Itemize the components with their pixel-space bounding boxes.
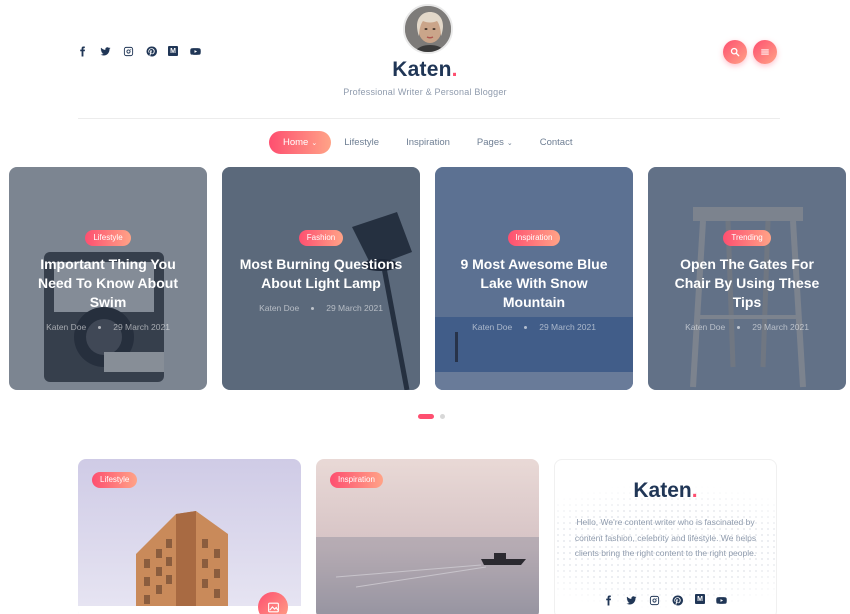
- post-meta: Katen Doe 29 March 2021: [449, 322, 619, 332]
- card-content: Lifestyle Important Thing You Need To Kn…: [9, 227, 207, 332]
- menu-button[interactable]: [753, 40, 777, 64]
- medium-icon[interactable]: M: [695, 594, 705, 604]
- author-avatar[interactable]: [403, 4, 453, 54]
- instagram-icon[interactable]: [122, 45, 134, 57]
- facebook-icon[interactable]: [76, 45, 88, 57]
- category-badge[interactable]: Trending: [723, 230, 771, 246]
- nav-contact[interactable]: Contact: [540, 137, 573, 148]
- logo-text: Katen: [392, 58, 452, 81]
- widget-social-links: M: [555, 593, 776, 606]
- logo-text: Katen: [633, 479, 692, 502]
- post-date: 29 March 2021: [326, 303, 383, 313]
- post-title[interactable]: Most Burning Questions About Light Lamp: [236, 255, 406, 293]
- meta-separator: [524, 325, 528, 329]
- meta-separator: [737, 325, 741, 329]
- nav-pages[interactable]: Pages ⌄: [477, 137, 513, 148]
- instagram-icon[interactable]: [649, 593, 661, 606]
- facebook-icon[interactable]: [603, 593, 615, 606]
- site-logo[interactable]: Katen.: [0, 58, 850, 82]
- category-badge[interactable]: Lifestyle: [92, 472, 138, 488]
- post-author[interactable]: Katen Doe: [472, 322, 512, 332]
- search-icon: [730, 47, 740, 57]
- slider-dot-active[interactable]: [418, 414, 434, 419]
- post-title[interactable]: Important Thing You Need To Know About S…: [23, 255, 193, 312]
- header-social-links: M: [76, 45, 201, 57]
- nav-label: Lifestyle: [344, 137, 380, 148]
- nav-label: Inspiration: [406, 137, 450, 148]
- nav-inspiration[interactable]: Inspiration: [406, 137, 450, 148]
- post-author[interactable]: Katen Doe: [259, 303, 299, 313]
- card-content: Fashion Most Burning Questions About Lig…: [222, 227, 420, 313]
- about-text: Hello, We're content writer who is fasci…: [574, 517, 757, 558]
- youtube-icon[interactable]: [716, 593, 728, 605]
- medium-icon[interactable]: M: [168, 46, 178, 56]
- twitter-icon[interactable]: [626, 593, 638, 605]
- meta-separator: [311, 306, 315, 310]
- nav-lifestyle[interactable]: Lifestyle: [344, 137, 379, 148]
- logo-dot: .: [691, 479, 698, 502]
- post-date: 29 March 2021: [113, 322, 170, 332]
- header-divider: [78, 118, 780, 119]
- post-title[interactable]: 9 Most Awesome Blue Lake With Snow Mount…: [449, 255, 619, 312]
- about-widget: Katen. Hello, We're content writer who i…: [554, 459, 777, 614]
- post-date: 29 March 2021: [539, 322, 596, 332]
- meta-separator: [98, 325, 102, 329]
- card-content: Inspiration 9 Most Awesome Blue Lake Wit…: [435, 227, 633, 332]
- slider-pagination: [418, 414, 445, 419]
- image-icon: [267, 602, 279, 612]
- pinterest-icon[interactable]: [672, 593, 684, 606]
- slider-dot[interactable]: [440, 414, 445, 419]
- avatar-image: [405, 6, 451, 52]
- twitter-icon[interactable]: [99, 45, 111, 57]
- nav-label: Contact: [539, 137, 573, 148]
- site-tagline: Professional Writer & Personal Blogger: [343, 87, 507, 97]
- post-meta: Katen Doe 29 March 2021: [23, 322, 193, 332]
- search-button[interactable]: [723, 40, 747, 64]
- post-author[interactable]: Katen Doe: [685, 322, 725, 332]
- widget-logo[interactable]: Katen.: [555, 479, 776, 503]
- nav-label: Home: [283, 137, 309, 148]
- nav-home[interactable]: Home ⌄: [269, 131, 332, 154]
- post-card[interactable]: Lifestyle: [78, 459, 301, 614]
- hamburger-icon: [761, 49, 769, 55]
- nav-label: Pages: [476, 137, 504, 148]
- post-meta: Katen Doe 29 March 2021: [662, 322, 832, 332]
- image-format-button[interactable]: [258, 592, 288, 614]
- youtube-icon[interactable]: [189, 45, 201, 57]
- category-badge[interactable]: Lifestyle: [85, 230, 131, 246]
- main-nav: Home ⌄ Lifestyle Inspiration Pages ⌄ Conta…: [269, 131, 599, 154]
- post-card[interactable]: Inspiration: [316, 459, 539, 614]
- post-author[interactable]: Katen Doe: [46, 322, 86, 332]
- logo-dot: .: [451, 58, 458, 81]
- featured-post-card[interactable]: Fashion Most Burning Questions About Lig…: [222, 167, 420, 390]
- pinterest-icon[interactable]: [145, 45, 157, 57]
- post-title[interactable]: Open The Gates For Chair By Using These …: [662, 255, 832, 312]
- featured-post-card[interactable]: Trending Open The Gates For Chair By Usi…: [648, 167, 846, 390]
- featured-post-card[interactable]: Lifestyle Important Thing You Need To Kn…: [9, 167, 207, 390]
- card-content: Trending Open The Gates For Chair By Usi…: [648, 227, 846, 332]
- chevron-down-icon: ⌄: [311, 139, 318, 147]
- featured-post-card[interactable]: Inspiration 9 Most Awesome Blue Lake Wit…: [435, 167, 633, 390]
- post-date: 29 March 2021: [752, 322, 809, 332]
- post-meta: Katen Doe 29 March 2021: [236, 303, 406, 313]
- category-badge[interactable]: Inspiration: [507, 230, 561, 246]
- category-badge[interactable]: Inspiration: [330, 472, 383, 488]
- chevron-down-icon: ⌄: [506, 139, 513, 147]
- category-badge[interactable]: Fashion: [298, 230, 344, 246]
